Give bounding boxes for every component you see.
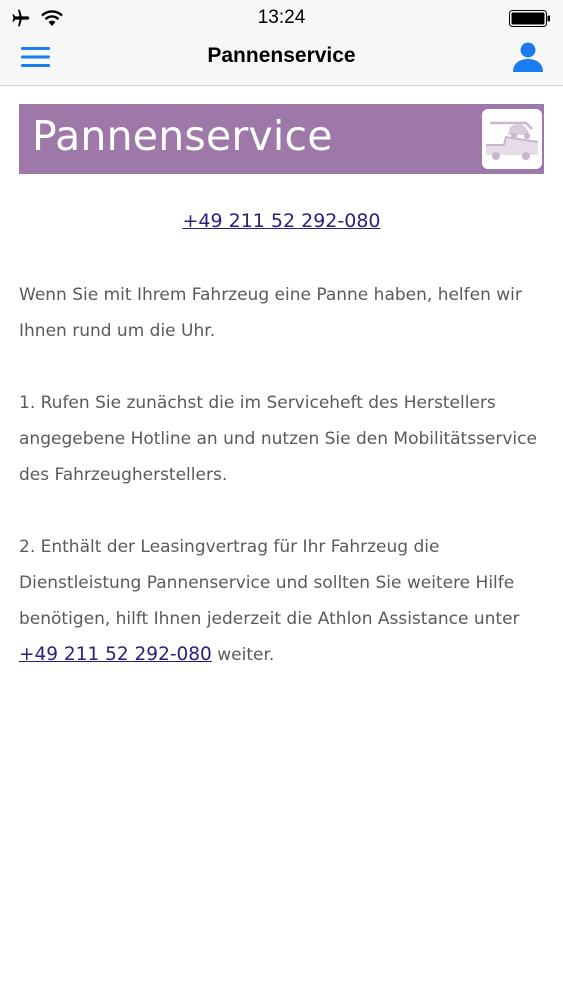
step-1-paragraph: 1. Rufen Sie zunächst die im Serviceheft… bbox=[19, 393, 537, 485]
header-banner: Pannenservice bbox=[19, 104, 544, 174]
user-icon[interactable] bbox=[511, 39, 545, 73]
page-title: Pannenservice bbox=[207, 44, 356, 67]
inline-phone-link[interactable]: +49 211 52 292-080 bbox=[19, 644, 212, 665]
battery-icon bbox=[509, 10, 550, 27]
step-2-paragraph: 2. Enthält der Leasingvertrag für Ihr Fa… bbox=[19, 529, 549, 673]
banner-title: Pannenservice bbox=[32, 112, 333, 160]
tow-truck-icon bbox=[482, 109, 542, 169]
phone-link[interactable]: +49 211 52 292-080 bbox=[0, 210, 563, 232]
step-2-text: 2. Enthält der Leasingvertrag für Ihr Fa… bbox=[19, 537, 520, 629]
content-body: Wenn Sie mit Ihrem Fahrzeug eine Panne h… bbox=[19, 277, 549, 709]
navigation-bar: Pannenservice bbox=[0, 36, 563, 86]
status-bar: 13:24 bbox=[0, 0, 563, 36]
status-time: 13:24 bbox=[257, 7, 306, 28]
intro-paragraph: Wenn Sie mit Ihrem Fahrzeug eine Panne h… bbox=[19, 285, 522, 341]
step-2-text-end: weiter. bbox=[211, 645, 275, 665]
